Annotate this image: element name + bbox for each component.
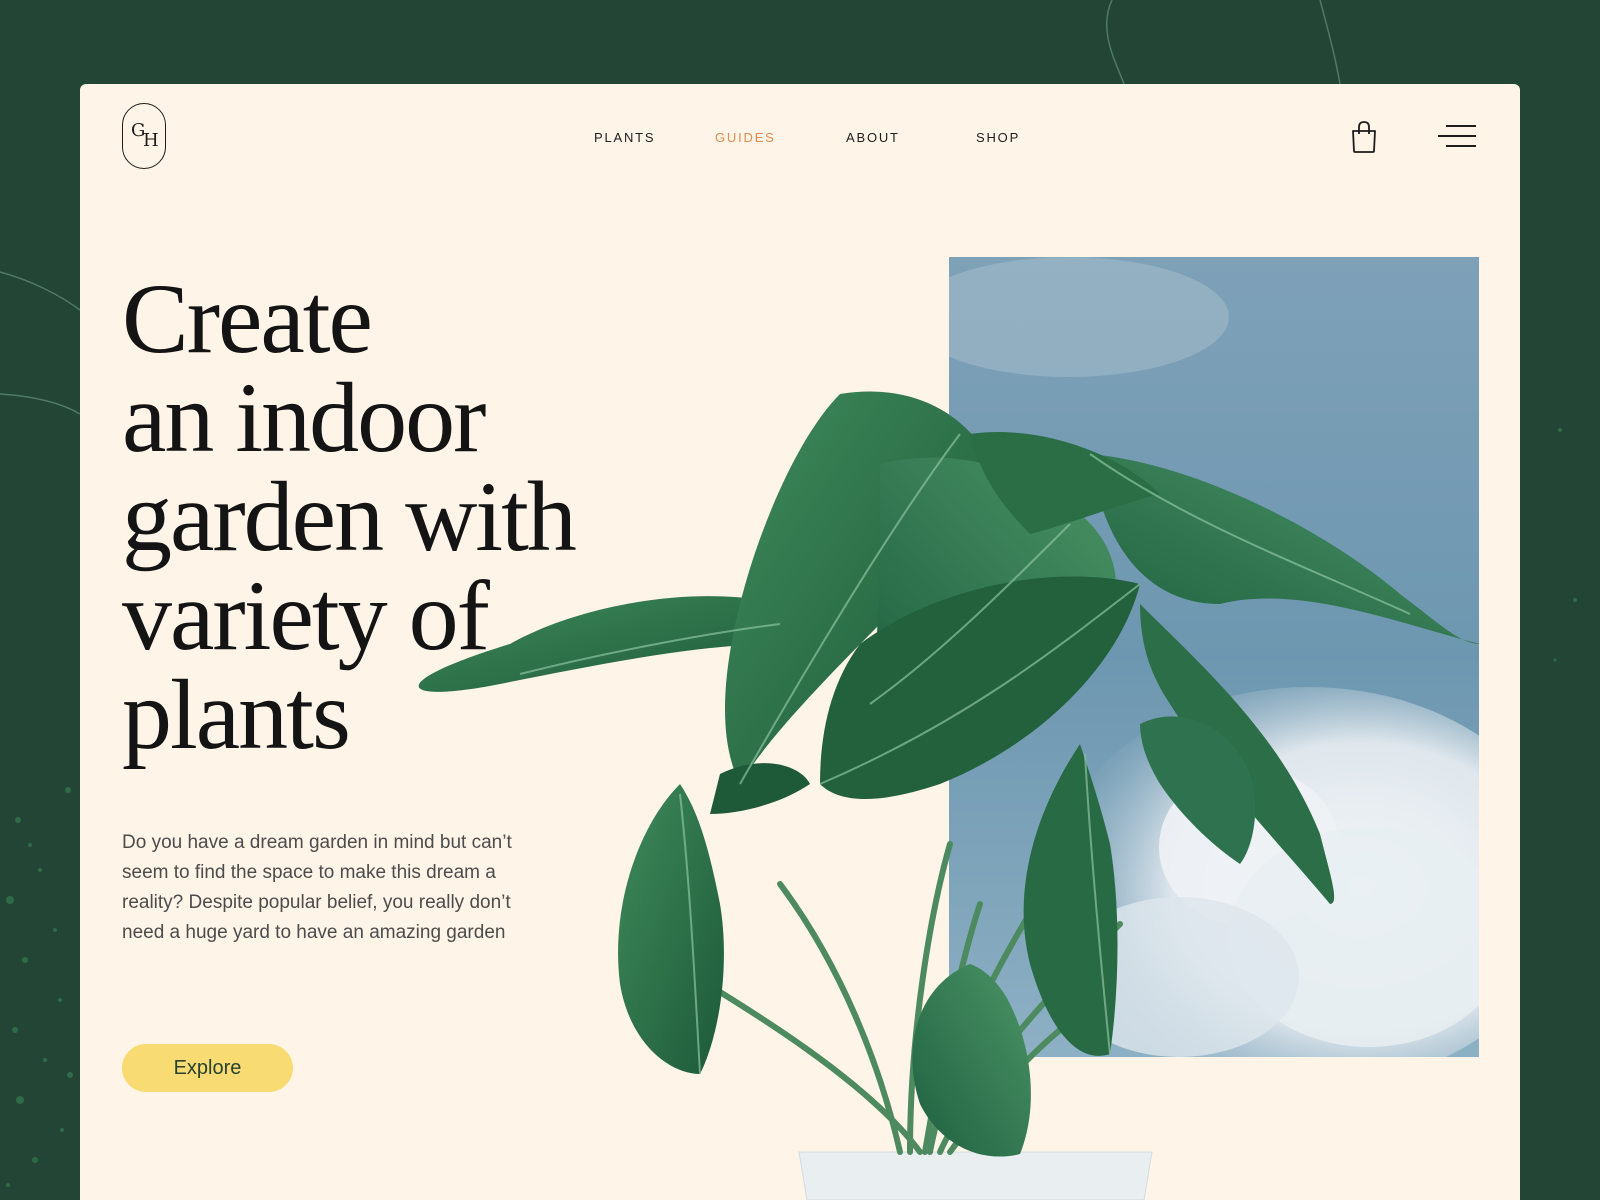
hero-title-line: Create	[122, 263, 373, 374]
hamburger-menu-icon[interactable]	[1438, 124, 1478, 148]
hero-description: Do you have a dream garden in mind but c…	[122, 832, 512, 943]
hero-title-line: garden with	[122, 461, 577, 572]
hero-title-line: plants	[122, 659, 351, 770]
explore-button[interactable]: Explore	[122, 1044, 293, 1092]
nav-item-shop[interactable]: SHOP	[976, 130, 1020, 145]
shopping-bag-icon[interactable]	[1350, 120, 1378, 154]
nav-item-about[interactable]: ABOUT	[846, 130, 900, 145]
hero-title-line: variety of	[122, 560, 490, 671]
hero-card: G H PLANTS GUIDES ABOUT SHOP Create an i…	[80, 84, 1520, 1200]
main-nav: PLANTS GUIDES ABOUT SHOP	[80, 130, 1520, 150]
nav-item-guides[interactable]: GUIDES	[715, 130, 776, 145]
hero-title: Create an indoor garden with variety of …	[122, 263, 642, 770]
nav-item-plants[interactable]: PLANTS	[594, 130, 655, 145]
hero-title-line: an indoor	[122, 362, 486, 473]
sky-image	[949, 257, 1479, 1057]
